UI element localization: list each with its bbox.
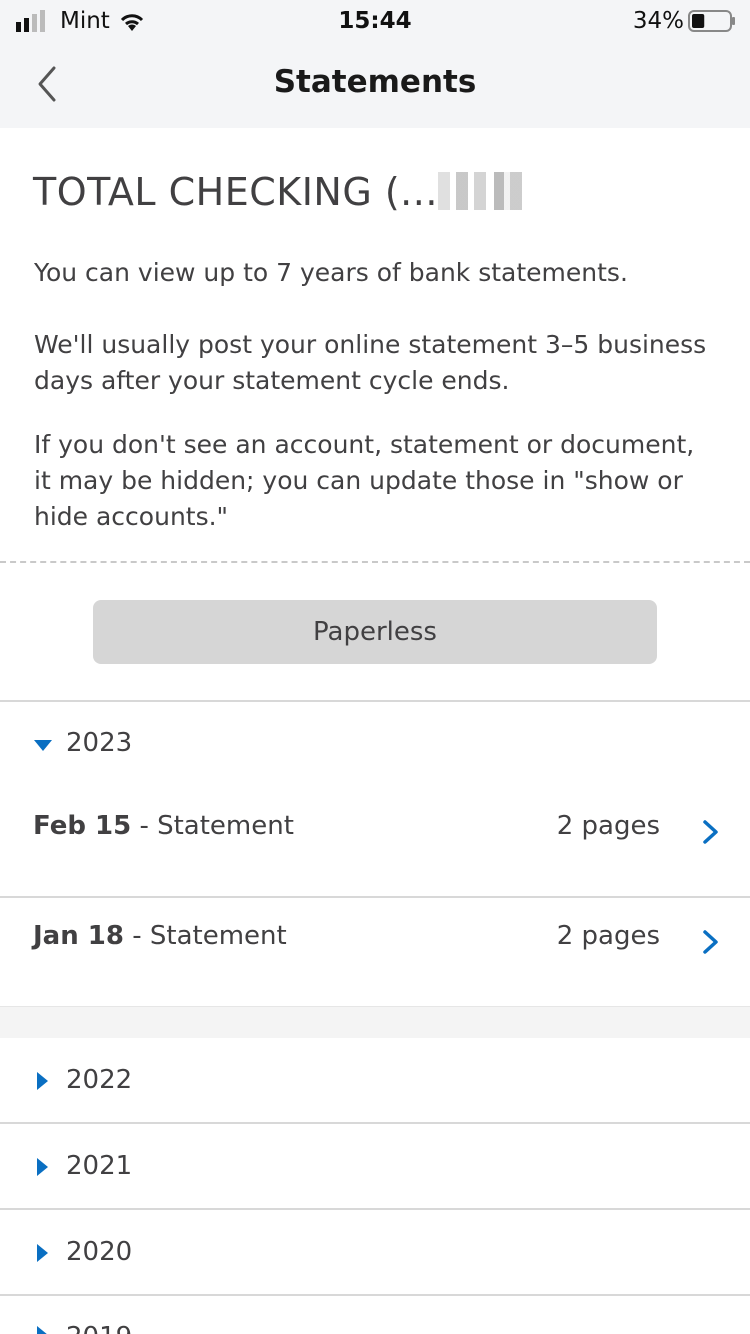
statement-row[interactable]: Jan 18 - Statement 2 pages bbox=[0, 895, 750, 1005]
account-title-text: TOTAL CHECKING (... bbox=[33, 170, 438, 214]
statement-pages: 2 pages bbox=[556, 811, 660, 841]
info-paragraph-years: You can view up to 7 years of bank state… bbox=[34, 258, 628, 287]
info-paragraph-hidden: If you don't see an account, statement o… bbox=[34, 430, 695, 531]
battery-percent: 34% bbox=[632, 8, 684, 34]
chevron-right-icon bbox=[703, 930, 718, 954]
statement-type: - Statement bbox=[123, 921, 287, 951]
caret-right-icon bbox=[37, 1158, 48, 1176]
paperless-button[interactable]: Paperless bbox=[93, 600, 657, 664]
caret-down-icon bbox=[34, 740, 52, 751]
page-title: Statements bbox=[273, 64, 477, 100]
year-label: 2022 bbox=[66, 1065, 133, 1095]
year-label: 2023 bbox=[66, 728, 133, 758]
year-toggle-2021[interactable]: 2021 bbox=[0, 1124, 750, 1208]
navigation-bar: Statements bbox=[0, 42, 750, 128]
masked-account-number bbox=[437, 171, 538, 210]
statement-date: Feb 15 bbox=[33, 811, 132, 841]
account-title: TOTAL CHECKING (... bbox=[33, 170, 538, 214]
year-toggle-2023[interactable]: 2023 bbox=[0, 702, 750, 782]
year-label: 2021 bbox=[66, 1151, 133, 1181]
status-bar: Mint 15:44 34% bbox=[0, 0, 750, 42]
statement-title: Feb 15 - Statement bbox=[33, 811, 294, 841]
year-toggle-2019[interactable]: 2019 bbox=[0, 1296, 750, 1334]
year-toggle-2020[interactable]: 2020 bbox=[0, 1210, 750, 1294]
caret-right-icon bbox=[37, 1326, 48, 1334]
statement-date: Jan 18 bbox=[33, 921, 124, 951]
year-label: 2020 bbox=[66, 1237, 133, 1267]
statement-pages: 2 pages bbox=[556, 921, 660, 951]
chevron-right-icon bbox=[703, 820, 718, 844]
info-paragraph-posting: We'll usually post your online statement… bbox=[34, 330, 707, 395]
statement-row[interactable]: Feb 15 - Statement 2 pages bbox=[0, 785, 750, 895]
statement-type: - Statement bbox=[131, 811, 294, 841]
caret-right-icon bbox=[37, 1244, 48, 1262]
statement-title: Jan 18 - Statement bbox=[33, 921, 287, 951]
dashed-divider bbox=[0, 561, 750, 563]
battery-icon bbox=[688, 10, 735, 32]
year-label: 2019 bbox=[66, 1322, 132, 1334]
caret-right-icon bbox=[37, 1072, 48, 1090]
year-toggle-2022[interactable]: 2022 bbox=[0, 1038, 750, 1122]
section-gap bbox=[0, 1006, 750, 1038]
